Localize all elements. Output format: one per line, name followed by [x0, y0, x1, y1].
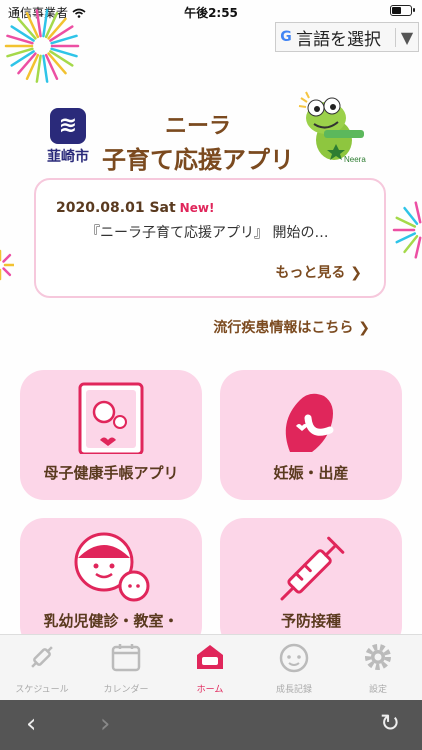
news-card[interactable]: 2020.08.01 Sat New! 『ニーラ子育て応援アプリ』 開始の… もっ… [34, 178, 386, 298]
tab-calendar[interactable]: カレンダー [84, 641, 168, 695]
language-label: 言語を選択 [296, 29, 381, 50]
firework-ray [2, 267, 12, 277]
calendar-icon [111, 644, 141, 672]
dropdown-arrow-icon: ▼ [395, 27, 418, 47]
svg-text:Neera: Neera [344, 155, 366, 164]
tile-label: 乳幼児健診・教室・ [43, 612, 179, 630]
tab-settings[interactable]: 設定 [336, 641, 420, 695]
tile-infant-checkup[interactable]: 乳幼児健診・教室・ [20, 518, 202, 650]
new-badge: New! [179, 201, 215, 215]
app-title-line2: 子育て応援アプリ [102, 146, 294, 174]
tab-label: カレンダー [103, 685, 149, 695]
baby-face-icon [279, 643, 309, 673]
firework-ray [42, 54, 49, 83]
battery-icon [390, 5, 415, 16]
epidemic-info-link[interactable]: 流行疾患情報はこちら ❯ [213, 317, 370, 337]
tab-schedule[interactable]: スケジュール [0, 641, 84, 695]
firework-ray [414, 201, 422, 224]
forward-icon[interactable]: › [100, 709, 110, 739]
firework-ray [414, 236, 422, 259]
news-body: 『ニーラ子育て応援アプリ』 開始の… [86, 225, 329, 241]
city-name: 韮崎市 [47, 149, 89, 165]
tab-label: スケジュール [15, 685, 69, 695]
firework-ray [35, 9, 42, 38]
frog-mascot-icon: Neera [298, 91, 366, 164]
syringe-icon [280, 536, 345, 601]
firework-decoration-small [0, 249, 14, 281]
read-more-link[interactable]: もっと見る ❯ [275, 262, 362, 282]
firework-ray [35, 54, 42, 83]
reload-icon[interactable]: ↻ [380, 709, 400, 737]
news-date-line: 2020.08.01 Sat New! [56, 200, 214, 216]
app-title-line1: ニーラ [164, 114, 231, 139]
back-icon[interactable]: ‹ [26, 709, 36, 739]
mother-baby-icon [74, 532, 150, 602]
google-icon: G [280, 29, 292, 45]
language-selector[interactable]: G 言語を選択 ▼ [275, 22, 419, 52]
city-mark-icon: ≋ [50, 108, 86, 144]
home-icon [197, 645, 223, 669]
tab-label: 成長記録 [275, 685, 312, 695]
tab-growth[interactable]: 成長記録 [252, 641, 336, 695]
firework-decoration-left [4, 9, 80, 83]
tile-pregnancy[interactable]: 妊娠・出産 [220, 370, 402, 500]
tab-bar: スケジュール カレンダー ホーム 成長記録 設定 [0, 634, 422, 701]
firework-decoration-right [392, 201, 422, 259]
city-logo: ≋ 韮崎市 [44, 108, 92, 166]
app-title: ニーラ 子育て応援アプリ [98, 108, 298, 175]
tab-label: ホーム [196, 685, 224, 695]
tile-label: 妊娠・出産 [273, 464, 349, 482]
news-date: 2020.08.01 Sat [56, 200, 176, 216]
handbook-icon [78, 382, 144, 454]
syringe-icon [31, 646, 53, 668]
battery-level [392, 7, 401, 14]
tile-label: 母子健康手帳アプリ [43, 464, 179, 482]
firework-ray [2, 253, 12, 263]
tab-label: 設定 [368, 685, 387, 695]
pregnancy-icon [285, 393, 334, 452]
tab-home[interactable]: ホーム [168, 641, 252, 695]
tile-maternal-handbook[interactable]: 母子健康手帳アプリ [20, 370, 202, 500]
tile-vaccination[interactable]: 予防接種 [220, 518, 402, 650]
browser-toolbar: ‹ › ↻ [0, 700, 422, 750]
firework-ray [42, 9, 49, 38]
gear-icon [365, 644, 391, 670]
tile-label: 予防接種 [280, 612, 341, 630]
